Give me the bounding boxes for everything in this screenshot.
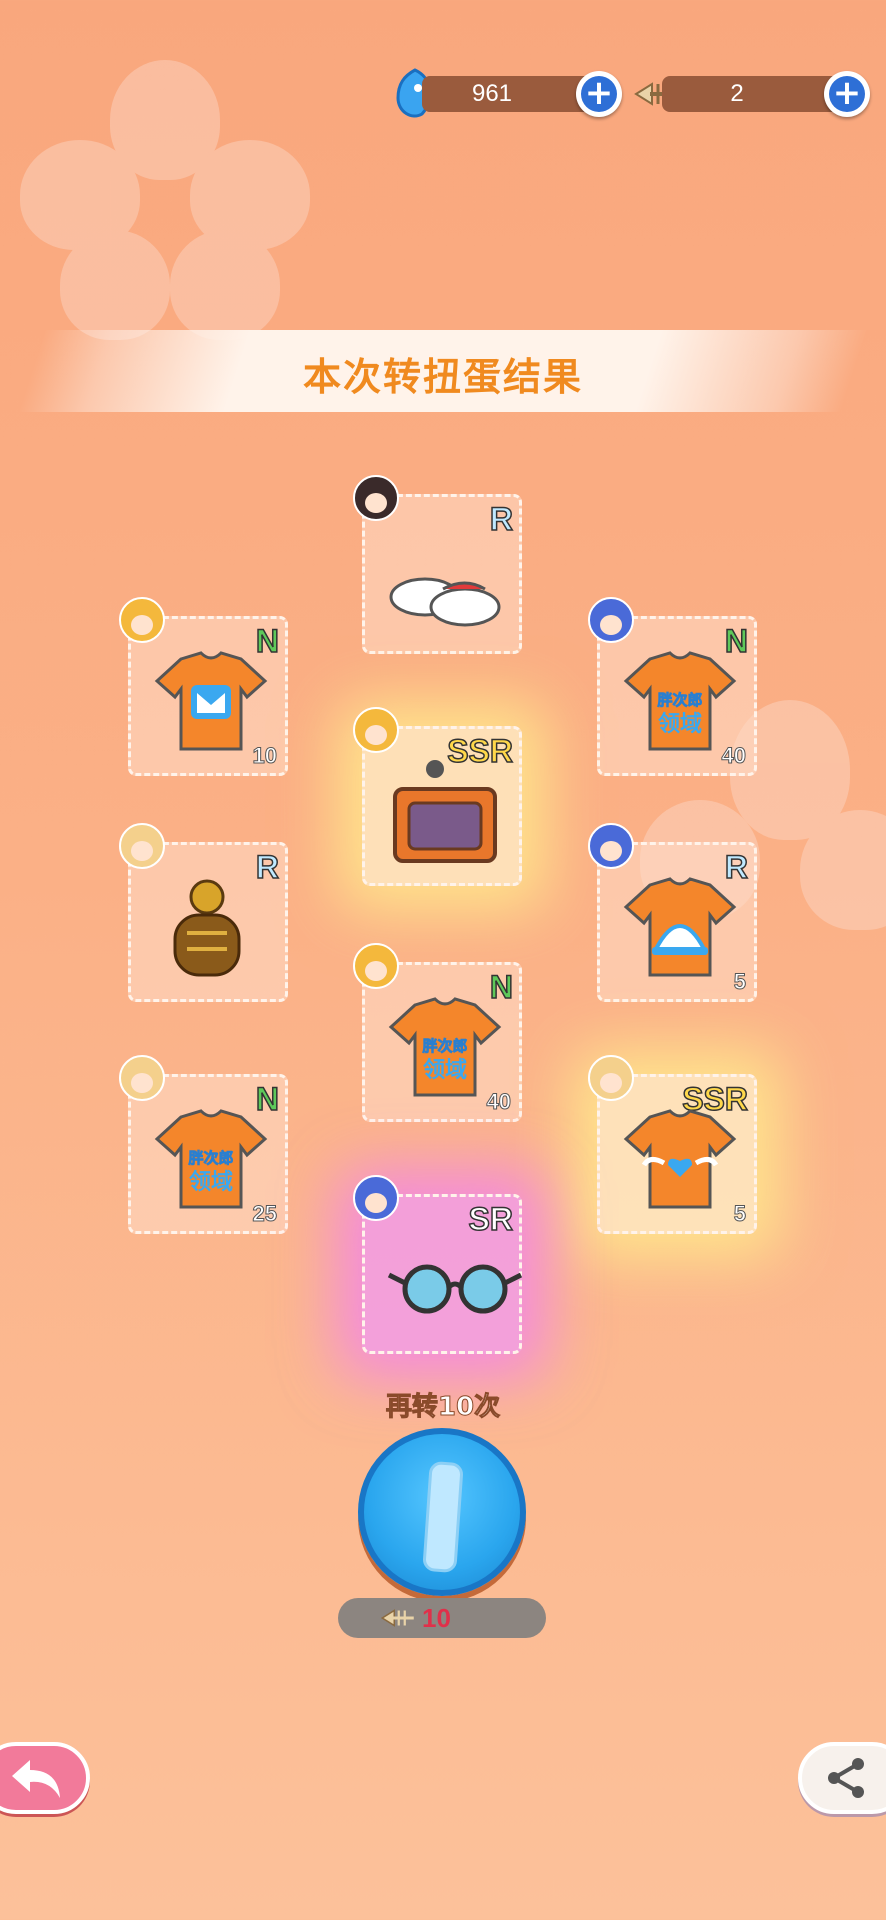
- shirt-print-line2: 领域: [658, 711, 702, 737]
- item-quantity: 5: [733, 1201, 746, 1227]
- character-avatar: [588, 597, 634, 643]
- result-slot-tshirt[interactable]: N 10: [119, 597, 288, 776]
- ten-pull-icon: [422, 1460, 464, 1574]
- result-slot-tshirt[interactable]: R 5: [588, 823, 757, 1002]
- shirt-print-line2: 领域: [189, 1169, 233, 1195]
- item-quantity: 10: [252, 743, 278, 769]
- glasses-icon: [387, 1264, 523, 1314]
- add-gems-button[interactable]: +: [576, 71, 622, 117]
- background-flower-top: [0, 60, 340, 340]
- character-avatar: [588, 1055, 634, 1101]
- tshirt-icon: [623, 1109, 737, 1209]
- bell-icon: [173, 879, 241, 977]
- character-avatar: [353, 943, 399, 989]
- result-slot-bell[interactable]: R: [119, 823, 288, 1002]
- treasure-chest-icon: [393, 760, 497, 863]
- character-avatar: [588, 823, 634, 869]
- spin-cost-value: 10: [422, 1603, 451, 1633]
- back-arrow-icon: [12, 1760, 60, 1798]
- spin-again-label: 再转10次: [385, 1392, 501, 1423]
- item-quantity: 25: [252, 1201, 278, 1227]
- result-slot-treasure-chest[interactable]: SSR: [353, 707, 522, 886]
- spin-cost: 10: [338, 1598, 546, 1638]
- result-slot-tshirt[interactable]: N 胖次郎 领域 40: [588, 597, 757, 776]
- gem-count: 961: [471, 80, 513, 107]
- result-slot-slippers[interactable]: R: [353, 475, 522, 654]
- ticket-count: 2: [730, 80, 744, 107]
- character-avatar: [353, 475, 399, 521]
- shirt-print-line1: 胖次郎: [188, 1149, 233, 1167]
- character-avatar: [353, 1175, 399, 1221]
- item-quantity: 40: [486, 1089, 512, 1115]
- fishbone-ticket-icon: [380, 1609, 414, 1627]
- character-avatar: [119, 597, 165, 643]
- slippers-icon: [389, 577, 501, 627]
- character-avatar: [119, 823, 165, 869]
- back-button[interactable]: [0, 1742, 90, 1814]
- character-avatar: [119, 1055, 165, 1101]
- tshirt-icon: [623, 877, 737, 977]
- shirt-print-line2: 领域: [423, 1057, 467, 1083]
- page-title: 本次转扭蛋结果: [302, 355, 583, 399]
- result-slot-glasses[interactable]: SR: [353, 1175, 523, 1354]
- result-slot-tshirt[interactable]: N 胖次郎 领域 40: [353, 943, 522, 1122]
- shirt-print-line1: 胖次郎: [422, 1037, 467, 1055]
- share-button[interactable]: [798, 1742, 886, 1814]
- shirt-print-line1: 胖次郎: [657, 691, 702, 709]
- spin-again-button[interactable]: [358, 1428, 526, 1596]
- result-slot-tshirt[interactable]: N 胖次郎 领域 25: [119, 1055, 288, 1234]
- result-slot-tshirt[interactable]: SSR 5: [588, 1055, 757, 1234]
- item-quantity: 5: [733, 969, 746, 995]
- add-tickets-button[interactable]: +: [824, 71, 870, 117]
- character-avatar: [353, 707, 399, 753]
- item-quantity: 40: [721, 743, 747, 769]
- share-icon: [828, 1758, 864, 1798]
